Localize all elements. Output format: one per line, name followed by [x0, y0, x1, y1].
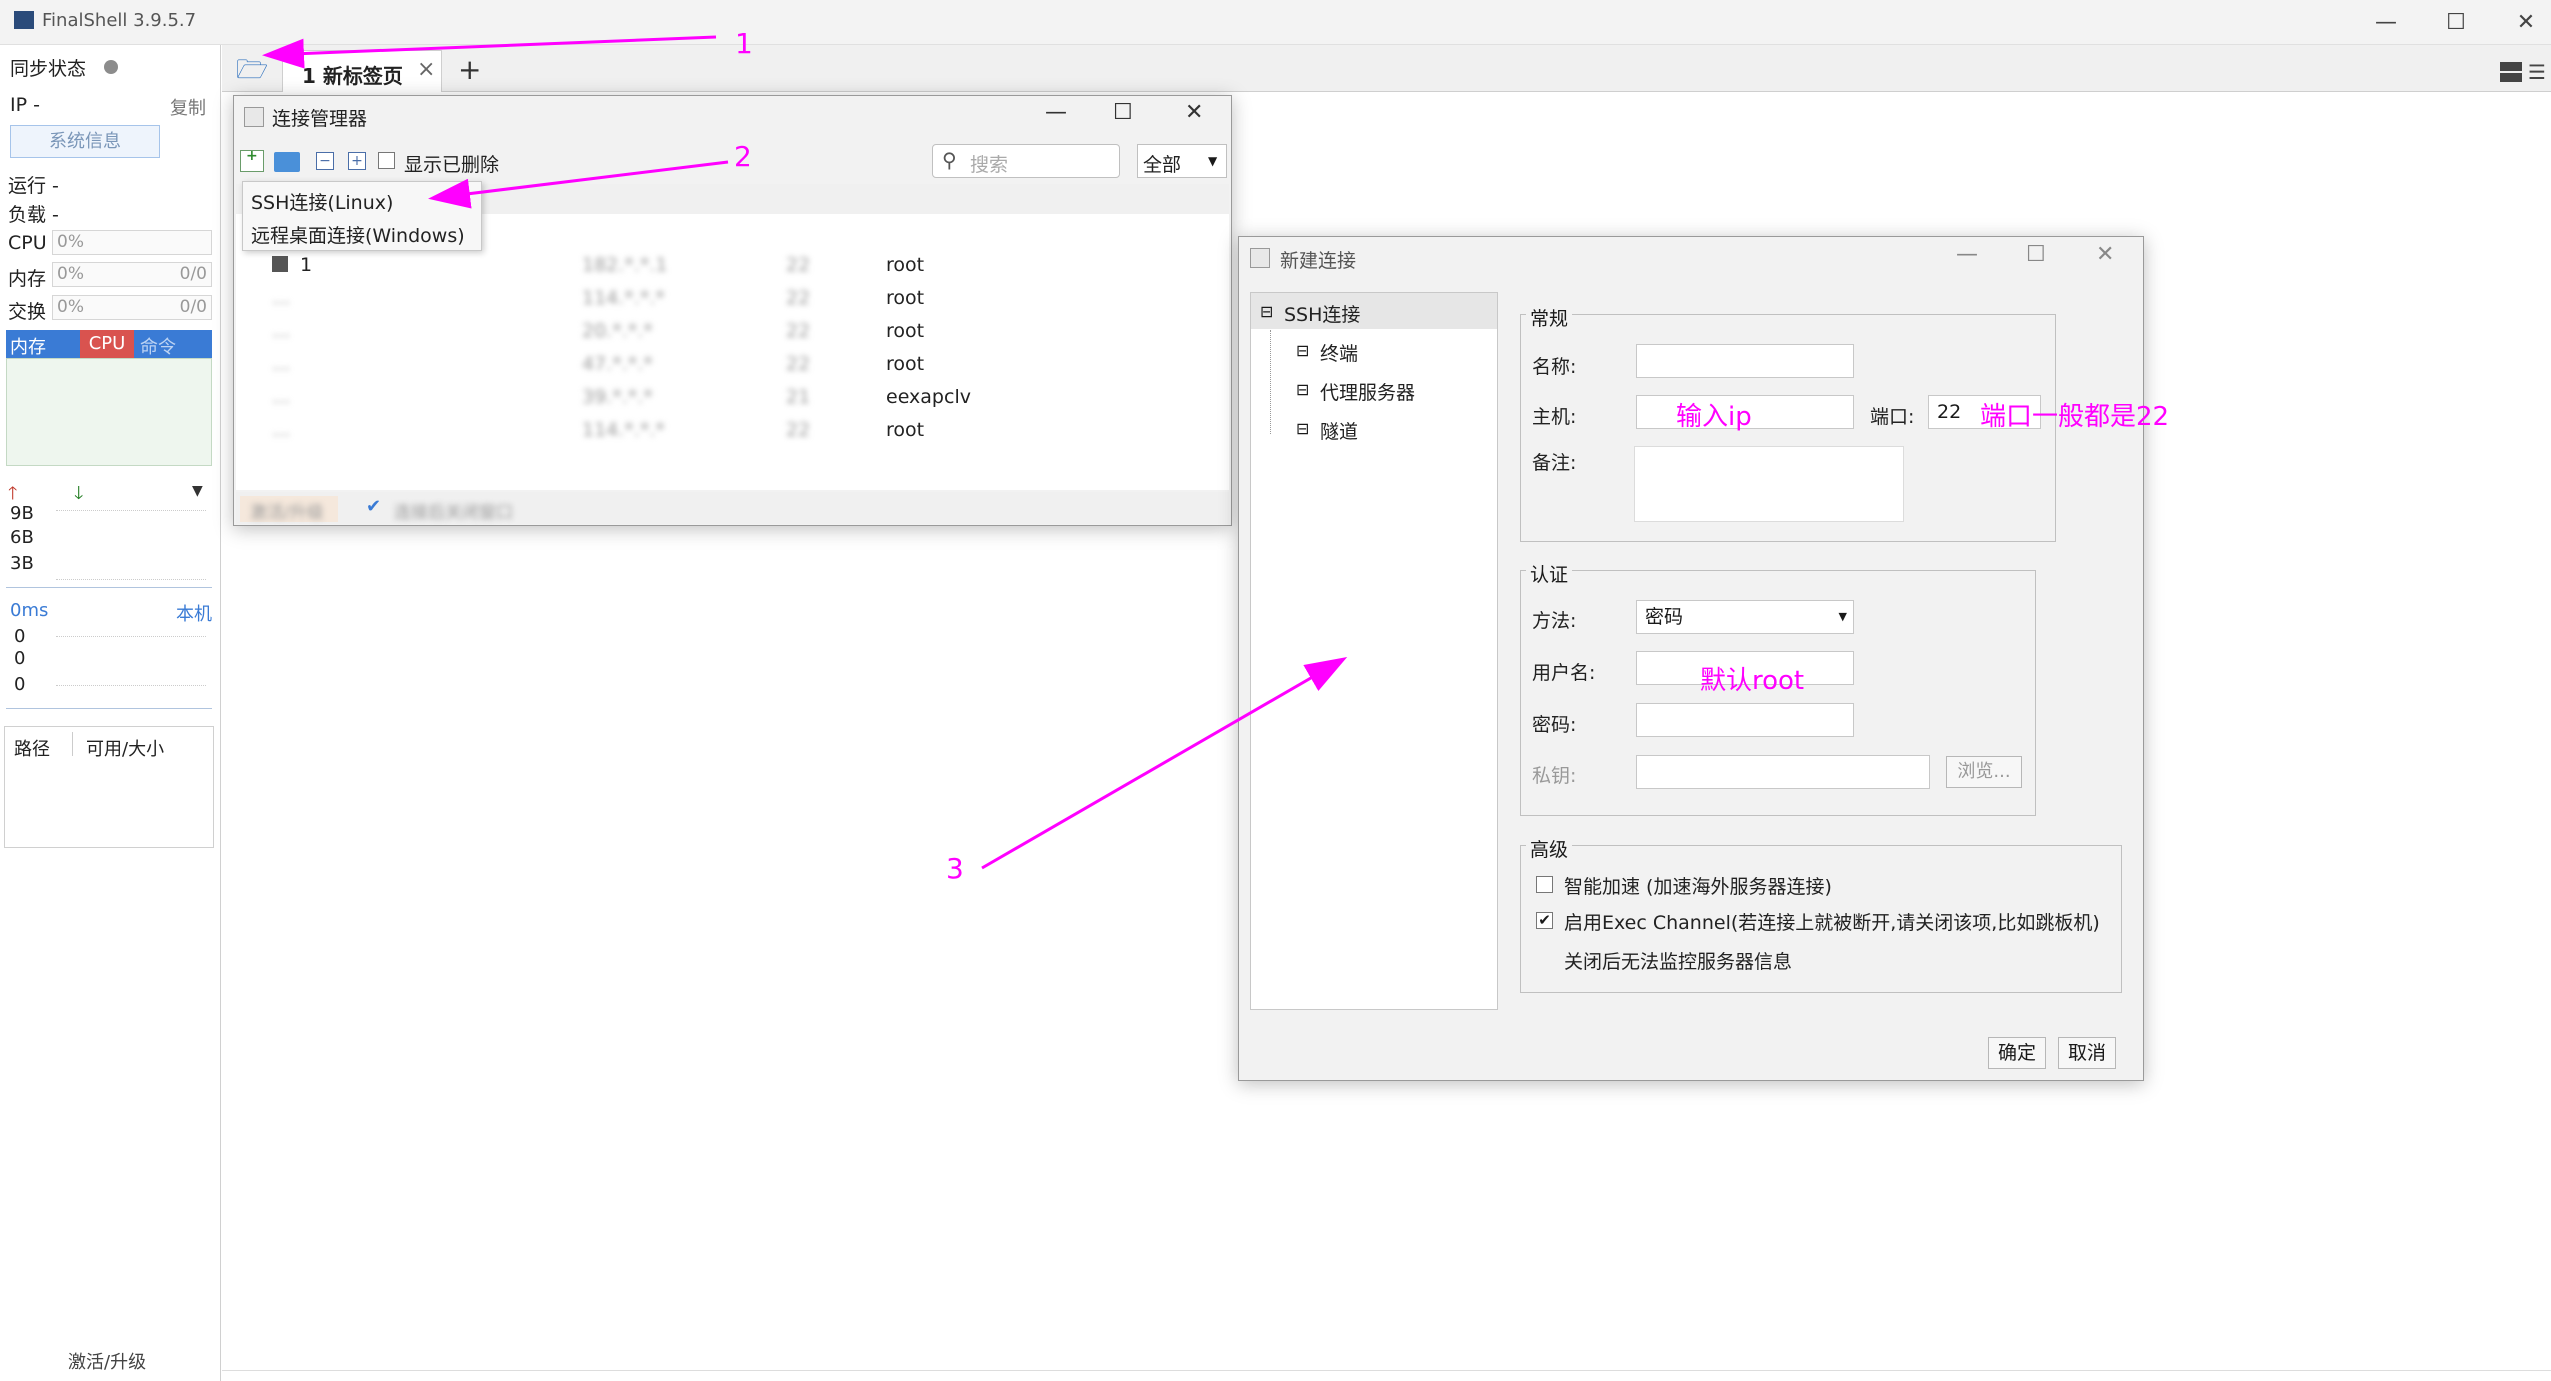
arrow-to-ssh-menu [428, 160, 729, 209]
annotation-step-3: 3 [946, 852, 964, 885]
annotation-step-2: 2 [734, 140, 752, 173]
annotation-host-hint: 输入ip [1676, 402, 1752, 432]
annotation-arrows [262, 35, 1348, 870]
annotation-step-1: 1 [735, 27, 753, 60]
annotation-user-hint: 默认root [1700, 666, 1805, 696]
arrow-to-dialog [981, 656, 1348, 870]
arrow-to-folder [262, 35, 717, 69]
annotation-port-hint: 端口一般都是22 [1980, 402, 2170, 432]
